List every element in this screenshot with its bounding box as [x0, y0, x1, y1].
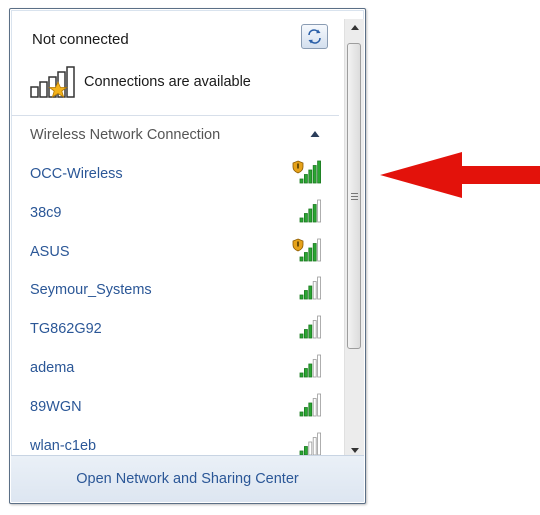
- signal-bar: [303, 368, 308, 378]
- signal-bar: [303, 445, 308, 455]
- network-item[interactable]: ASUS: [11, 232, 339, 271]
- footer: Open Network and Sharing Center: [11, 455, 364, 502]
- signal-bar: [308, 324, 313, 339]
- network-name: Seymour_Systems: [30, 282, 152, 299]
- signal-bar: [308, 208, 313, 223]
- signal-strength-icon: [299, 315, 322, 339]
- signal-bar: [312, 397, 317, 417]
- signal-bar: [299, 450, 304, 455]
- signal-bar: [312, 436, 317, 455]
- signal-bar: [308, 285, 313, 300]
- signal-bar: [317, 238, 322, 261]
- connections-available-label: Connections are available: [84, 74, 251, 90]
- signal-bar: [312, 242, 317, 261]
- network-name: ASUS: [30, 243, 70, 260]
- chevron-up-icon[interactable]: [310, 130, 320, 138]
- signal-bar: [312, 320, 317, 339]
- shield-exclaim: [297, 241, 299, 247]
- signal-bar: [299, 372, 304, 378]
- signal-bar: [308, 402, 313, 417]
- signal-bar: [308, 441, 313, 455]
- signal-bar: [299, 294, 304, 300]
- refresh-icon: [308, 29, 321, 44]
- signal-bar: [299, 256, 304, 261]
- network-list: OCC-Wireless 38c9 ASUS Seymour_Systems TG862…: [11, 154, 339, 464]
- signal-strength-icon: [299, 199, 322, 223]
- scrollbar[interactable]: [344, 19, 364, 459]
- signal-strength-icon: [299, 393, 322, 417]
- shield-exclaim: [297, 163, 299, 169]
- signal-strength-icon: [299, 276, 322, 300]
- network-item[interactable]: 89WGN: [11, 387, 339, 426]
- network-name: wlan-c1eb: [30, 437, 97, 454]
- network-item[interactable]: OCC-Wireless: [11, 154, 339, 193]
- signal-bar: [312, 281, 317, 300]
- signal-shield-icon: [292, 160, 322, 184]
- signal-bar: [303, 329, 308, 339]
- signal-bar: [299, 411, 304, 417]
- network-name: 38c9: [30, 204, 62, 221]
- signal-bar: [317, 393, 322, 417]
- grip-icon: [350, 192, 358, 200]
- signal-bar: [303, 406, 308, 417]
- signal-bar: [312, 165, 317, 184]
- network-flyout: Not connected Connections are available …: [9, 8, 366, 504]
- scroll-thumb[interactable]: [347, 43, 361, 349]
- signal-shield-icon: [292, 238, 322, 261]
- signal-bar: [308, 169, 313, 184]
- network-name: TG862G92: [30, 321, 102, 338]
- refresh-button[interactable]: [301, 24, 328, 49]
- arrow-down-icon: [350, 448, 359, 453]
- signal-bar: [299, 333, 304, 339]
- signal-bar: [312, 203, 317, 223]
- network-name: adema: [30, 359, 75, 376]
- signal-bar: [317, 315, 322, 339]
- arrow-up-icon: [350, 25, 359, 30]
- signal-bar: [317, 354, 322, 378]
- signal-bar: [308, 363, 313, 378]
- signal-bar: [299, 217, 304, 223]
- signal-bar: [317, 199, 322, 223]
- signal-bar: [303, 251, 308, 261]
- signal-bar: [317, 276, 322, 300]
- network-name: OCC-Wireless: [30, 166, 123, 182]
- network-name: 89WGN: [30, 398, 82, 415]
- red-arrow-icon: [380, 152, 540, 198]
- connections-available-row: Connections are available: [28, 65, 251, 99]
- signal-bar: [299, 178, 304, 184]
- signal-bar: [308, 247, 313, 261]
- signal-strength-icon: [299, 354, 322, 378]
- signal-bar: [303, 290, 308, 300]
- scroll-up-button[interactable]: [345, 19, 364, 36]
- network-item[interactable]: Seymour_Systems: [11, 270, 339, 309]
- signal-bar: [312, 359, 317, 378]
- section-title: Wireless Network Connection: [30, 127, 221, 143]
- signal-strength-icon: [299, 432, 322, 455]
- divider: [11, 115, 339, 116]
- network-item[interactable]: 38c9: [11, 193, 339, 232]
- signal-bar: [317, 160, 322, 184]
- open-network-sharing-center-link[interactable]: Open Network and Sharing Center: [11, 471, 364, 487]
- connection-status: Not connected: [32, 31, 129, 48]
- network-item[interactable]: adema: [11, 348, 339, 387]
- network-available-icon: [30, 66, 75, 98]
- signal-bar: [303, 174, 308, 184]
- signal-bar: [317, 432, 322, 455]
- signal-bar: [303, 212, 308, 223]
- network-item[interactable]: TG862G92: [11, 309, 339, 348]
